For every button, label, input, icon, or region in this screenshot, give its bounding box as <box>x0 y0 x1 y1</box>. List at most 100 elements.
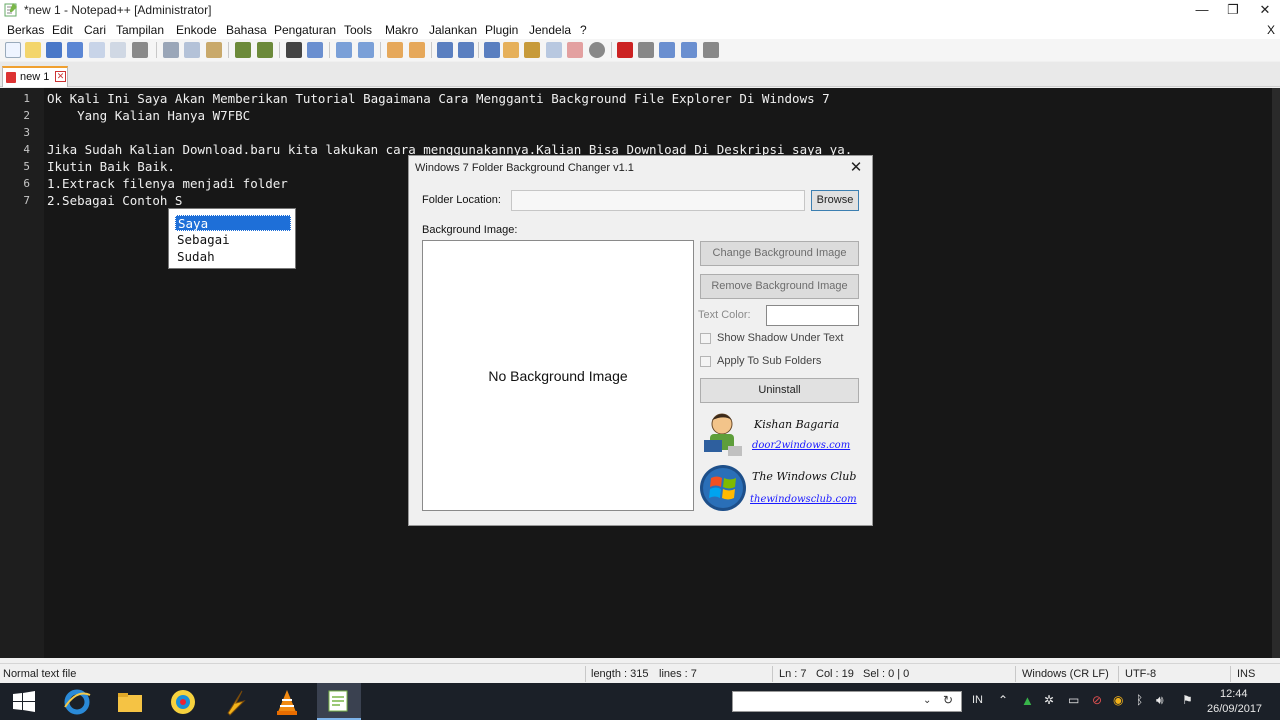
tab-bar: new 1 ✕ <box>0 62 1280 87</box>
find-icon[interactable] <box>286 42 302 58</box>
paste-icon[interactable] <box>206 42 222 58</box>
maximize-button[interactable]: ❐ <box>1216 0 1250 20</box>
user-language-icon[interactable] <box>503 42 519 58</box>
winamp-icon[interactable] <box>220 687 250 717</box>
tab-new-1[interactable]: new 1 ✕ <box>2 66 68 87</box>
status-divider <box>1118 666 1119 682</box>
thewindowsclub-link[interactable]: thewindowsclub.com <box>750 494 857 505</box>
save-macro-icon[interactable] <box>703 42 719 58</box>
chevron-down-icon[interactable]: ⌄ <box>923 695 931 706</box>
tab-close-icon[interactable]: ✕ <box>55 71 66 82</box>
function-list-icon[interactable] <box>546 42 562 58</box>
line-number: 2 <box>23 109 30 122</box>
menu-bahasa[interactable]: Bahasa <box>226 23 267 37</box>
clock-date[interactable]: 26/09/2017 <box>1207 703 1262 715</box>
sync-vertical-icon[interactable] <box>387 42 403 58</box>
status-encoding[interactable]: UTF-8 <box>1125 668 1156 680</box>
background-image-preview: No Background Image <box>422 240 694 511</box>
taskbar-notepadpp-active[interactable] <box>317 683 361 720</box>
record-macro-icon[interactable] <box>617 42 633 58</box>
word-wrap-icon[interactable] <box>437 42 453 58</box>
menu-enkode[interactable]: Enkode <box>176 23 217 37</box>
autocomplete-item-selected[interactable]: Saya <box>175 215 291 231</box>
close-window-button[interactable]: ✕ <box>1248 0 1280 20</box>
run-macro-multiple-icon[interactable] <box>681 42 697 58</box>
folder-location-input[interactable] <box>511 190 805 211</box>
menu-tampilan[interactable]: Tampilan <box>116 23 164 37</box>
status-divider <box>1015 666 1016 682</box>
door2windows-link[interactable]: door2windows.com <box>752 440 850 451</box>
bluetooth-icon[interactable]: ᛒ <box>1136 693 1143 707</box>
autocomplete-item[interactable]: Sudah <box>175 249 291 265</box>
print-icon[interactable] <box>132 42 148 58</box>
change-background-image-button[interactable]: Change Background Image <box>700 241 859 266</box>
menu-help[interactable]: ? <box>580 23 587 37</box>
autocomplete-item[interactable]: Sebagai <box>175 232 291 248</box>
menu-cari[interactable]: Cari <box>84 23 106 37</box>
taskbar-address-input[interactable]: ⌄ ↻ <box>732 691 962 712</box>
status-length: length : 315 <box>591 668 649 680</box>
copy-icon[interactable] <box>184 42 200 58</box>
media-app-icon[interactable] <box>168 687 198 717</box>
show-hidden-icons-chevron-icon[interactable]: ⌃ <box>998 693 1008 707</box>
line-number: 3 <box>23 126 30 139</box>
menu-tools[interactable]: Tools <box>344 23 372 37</box>
menu-pengaturan[interactable]: Pengaturan <box>274 23 336 37</box>
refresh-icon[interactable]: ↻ <box>943 693 953 707</box>
status-lines: lines : 7 <box>659 668 697 680</box>
tray-antivirus-icon[interactable]: ⊘ <box>1092 693 1102 707</box>
new-file-icon[interactable] <box>5 42 21 58</box>
file-explorer-icon[interactable] <box>115 687 145 717</box>
menu-plugin[interactable]: Plugin <box>485 23 518 37</box>
tray-display-icon[interactable]: ▭ <box>1068 693 1079 707</box>
uninstall-button[interactable]: Uninstall <box>700 378 859 403</box>
text-color-input[interactable] <box>766 305 859 326</box>
cut-icon[interactable] <box>163 42 179 58</box>
toolbar-separator <box>611 42 612 58</box>
zoom-out-icon[interactable] <box>358 42 374 58</box>
close-document-button[interactable]: X <box>1267 23 1275 37</box>
internet-explorer-icon[interactable] <box>62 687 92 717</box>
show-all-chars-icon[interactable] <box>458 42 474 58</box>
tray-network-app-icon[interactable]: ✲ <box>1044 693 1054 707</box>
menu-berkas[interactable]: Berkas <box>7 23 44 37</box>
status-eol[interactable]: Windows (CR LF) <box>1022 668 1109 680</box>
monitoring-icon[interactable] <box>589 42 605 58</box>
menu-jendela[interactable]: Jendela <box>529 23 571 37</box>
save-all-icon[interactable] <box>67 42 83 58</box>
input-language-indicator[interactable]: IN <box>972 694 983 706</box>
action-flag-icon[interactable]: ⚑ <box>1182 693 1193 707</box>
zoom-in-icon[interactable] <box>336 42 352 58</box>
browse-button[interactable]: Browse <box>811 190 859 211</box>
save-icon[interactable] <box>46 42 62 58</box>
toolbar-separator <box>228 42 229 58</box>
redo-icon[interactable] <box>257 42 273 58</box>
menu-jalankan[interactable]: Jalankan <box>429 23 477 37</box>
volume-icon[interactable]: 🔊︎ <box>1156 693 1164 708</box>
start-windows-icon[interactable] <box>12 690 36 714</box>
tray-security-icon[interactable]: ◉ <box>1113 693 1123 707</box>
undo-icon[interactable] <box>235 42 251 58</box>
menu-makro[interactable]: Makro <box>385 23 418 37</box>
folder-workspace-icon[interactable] <box>567 42 583 58</box>
close-file-icon[interactable] <box>89 42 105 58</box>
close-all-icon[interactable] <box>110 42 126 58</box>
minimize-button[interactable]: — <box>1185 0 1219 20</box>
dialog-close-button[interactable]: ✕ <box>845 158 867 178</box>
open-file-icon[interactable] <box>25 42 41 58</box>
indent-guide-icon[interactable] <box>484 42 500 58</box>
document-map-icon[interactable] <box>524 42 540 58</box>
menu-edit[interactable]: Edit <box>52 23 73 37</box>
play-macro-icon[interactable] <box>659 42 675 58</box>
show-shadow-checkbox[interactable] <box>700 333 711 344</box>
apply-sub-folders-checkbox[interactable] <box>700 356 711 367</box>
stop-macro-icon[interactable] <box>638 42 654 58</box>
vertical-scrollbar[interactable] <box>1272 88 1280 658</box>
remove-background-image-button[interactable]: Remove Background Image <box>700 274 859 299</box>
sync-horizontal-icon[interactable] <box>409 42 425 58</box>
tray-green-app-icon[interactable]: ▲ <box>1021 693 1034 708</box>
status-divider <box>1230 666 1231 682</box>
clock-time[interactable]: 12:44 <box>1220 688 1248 700</box>
vlc-icon[interactable] <box>272 687 302 717</box>
replace-icon[interactable] <box>307 42 323 58</box>
